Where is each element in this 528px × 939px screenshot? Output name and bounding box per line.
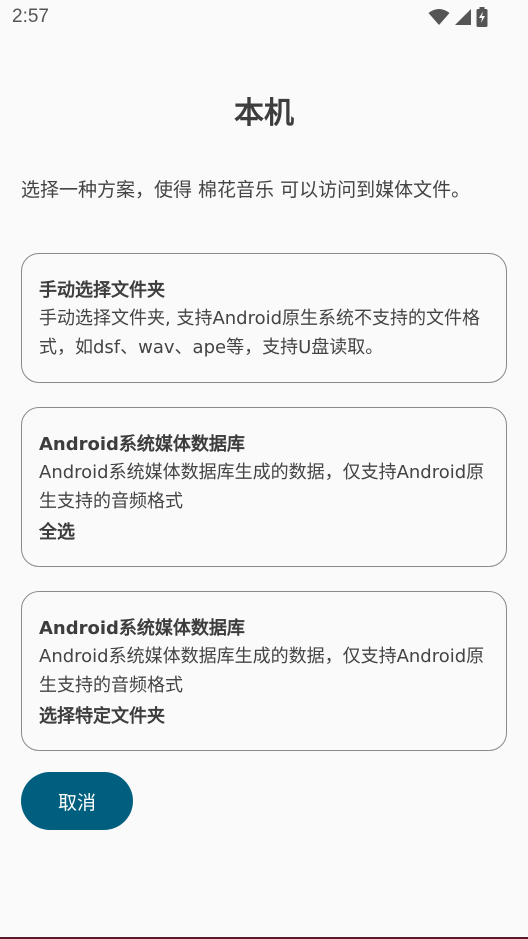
- option-title: Android系统媒体数据库: [39, 434, 245, 455]
- option-title: 手动选择文件夹: [39, 280, 165, 301]
- status-bar: 2:57: [0, 0, 528, 36]
- option-manual-folder-card[interactable]: 手动选择文件夹 手动选择文件夹, 支持Android原生系统不支持的文件格式，如…: [21, 253, 507, 383]
- option-description: Android系统媒体数据库生成的数据，仅支持Android原生支持的音频格式: [39, 646, 485, 696]
- wifi-icon: [428, 8, 450, 26]
- intro-text: 选择一种方案，使得 棉花音乐 可以访问到媒体文件。: [21, 179, 471, 201]
- option-media-db-select-folder-card[interactable]: Android系统媒体数据库 Android系统媒体数据库生成的数据，仅支持An…: [21, 591, 507, 751]
- status-icons: [428, 7, 488, 27]
- option-media-db-select-all-card[interactable]: Android系统媒体数据库 Android系统媒体数据库生成的数据，仅支持An…: [21, 407, 507, 567]
- option-action-select-folder: 选择特定文件夹: [39, 706, 165, 727]
- status-time: 2:57: [12, 6, 49, 27]
- battery-charging-icon: [476, 7, 488, 27]
- cancel-button[interactable]: 取消: [21, 772, 133, 830]
- screen: 2:57 本机 选择一种方案，使得 棉花音乐 可以访问到媒体文件。 手动选择文件…: [0, 0, 528, 939]
- option-title: Android系统媒体数据库: [39, 618, 245, 639]
- option-description: 手动选择文件夹, 支持Android原生系统不支持的文件格式，如dsf、wav、…: [39, 308, 481, 358]
- page-title: 本机: [234, 96, 294, 131]
- option-action-select-all: 全选: [39, 522, 75, 543]
- signal-icon: [454, 8, 472, 26]
- option-description: Android系统媒体数据库生成的数据，仅支持Android原生支持的音频格式: [39, 462, 485, 512]
